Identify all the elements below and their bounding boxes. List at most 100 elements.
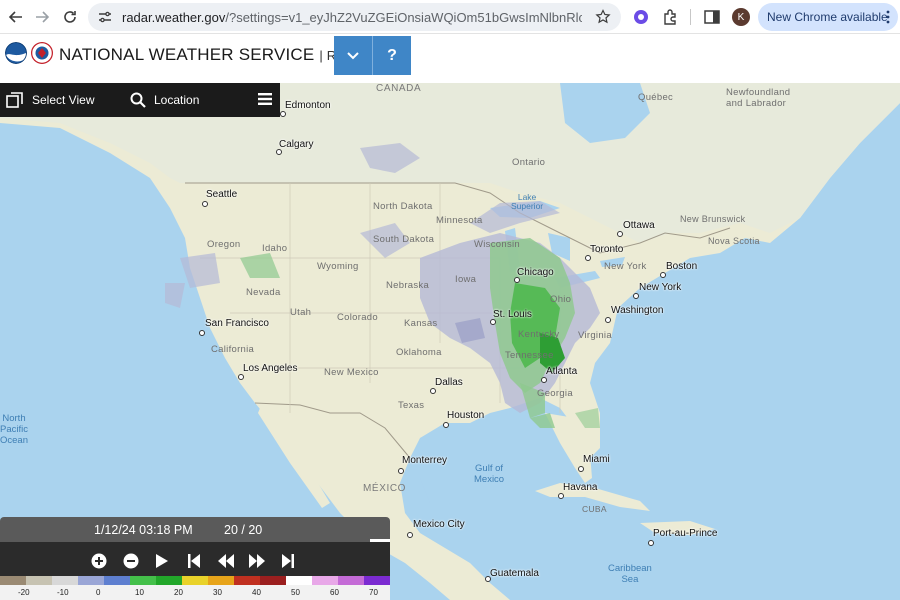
city-marker[interactable] bbox=[585, 255, 591, 261]
city-label: Seattle bbox=[206, 189, 238, 200]
url-host: radar.weather.gov bbox=[122, 9, 226, 25]
expand-menu-button[interactable] bbox=[334, 36, 372, 75]
city-marker[interactable] bbox=[578, 466, 584, 472]
more-vert-icon[interactable] bbox=[886, 10, 890, 24]
region-label: CANADA bbox=[376, 83, 422, 94]
legend-tick-label: 70 bbox=[369, 588, 378, 597]
playback-status-bar: 1/12/24 03:18 PM 20 / 20 bbox=[0, 517, 390, 542]
legend-color-swatch bbox=[26, 576, 53, 585]
region-label: Kansas bbox=[404, 318, 438, 329]
legend-color-swatch bbox=[260, 576, 287, 585]
legend-color-swatch bbox=[104, 576, 131, 585]
region-label: Wyoming bbox=[317, 261, 359, 272]
city-marker[interactable] bbox=[558, 493, 564, 499]
region-label: South Dakota bbox=[373, 234, 435, 245]
site-title-text: NATIONAL WEATHER SERVICE bbox=[59, 45, 315, 64]
legend-color-swatch bbox=[0, 576, 27, 585]
location-label: Location bbox=[154, 93, 200, 107]
water-label: Lake Superior bbox=[511, 192, 544, 211]
city-label: New York bbox=[639, 282, 682, 293]
last-frame-button[interactable] bbox=[279, 552, 297, 570]
city-marker[interactable] bbox=[280, 111, 286, 117]
extensions-puzzle-icon[interactable] bbox=[662, 8, 680, 26]
legend-color-swatch bbox=[52, 576, 79, 585]
extension-icon[interactable] bbox=[632, 8, 650, 26]
region-label: Georgia bbox=[537, 388, 573, 399]
water-label: Gulf of Mexico bbox=[474, 463, 505, 485]
region-label: CUBA bbox=[582, 504, 607, 514]
city-label: Monterrey bbox=[402, 455, 448, 466]
region-label: Virginia bbox=[578, 330, 612, 341]
city-marker[interactable] bbox=[407, 532, 413, 538]
legend-color-swatch bbox=[286, 576, 313, 585]
skip-forward-icon bbox=[282, 554, 294, 568]
water-label: Caribbean Sea bbox=[608, 563, 652, 585]
region-label: New York bbox=[604, 261, 647, 272]
address-bar[interactable]: radar.weather.gov/?settings=v1_eyJhZ2VuZ… bbox=[88, 3, 621, 31]
region-label: Idaho bbox=[262, 243, 288, 254]
step-back-button[interactable] bbox=[217, 552, 235, 570]
city-marker[interactable] bbox=[199, 330, 205, 336]
legend-tick-label: 30 bbox=[213, 588, 222, 597]
city-label: San Francisco bbox=[205, 318, 269, 329]
nws-logo-icon bbox=[31, 42, 53, 64]
url-path: /?settings=v1_eyJhZ2VuZGEiOnsiaWQiOm51bG… bbox=[225, 9, 582, 25]
region-label: Newfoundland and Labrador bbox=[726, 87, 791, 109]
legend-color-swatch bbox=[78, 576, 105, 585]
region-label: North Dakota bbox=[373, 201, 433, 212]
reload-icon[interactable] bbox=[60, 7, 80, 27]
select-view-button[interactable]: Select View bbox=[6, 92, 94, 108]
chrome-update-label: New Chrome available bbox=[767, 10, 888, 24]
zoom-out-button[interactable] bbox=[122, 552, 140, 570]
city-marker[interactable] bbox=[430, 388, 436, 394]
zoom-in-button[interactable] bbox=[90, 552, 108, 570]
play-button[interactable] bbox=[153, 552, 171, 570]
city-marker[interactable] bbox=[238, 374, 244, 380]
city-marker[interactable] bbox=[541, 377, 547, 383]
play-icon bbox=[156, 554, 168, 568]
region-label: Ohio bbox=[550, 294, 572, 305]
side-panel-icon[interactable] bbox=[703, 8, 721, 26]
city-label: Port-au-Prince bbox=[653, 528, 718, 539]
city-label: Dallas bbox=[435, 377, 463, 388]
city-label: Miami bbox=[583, 454, 610, 465]
first-frame-button[interactable] bbox=[185, 552, 203, 570]
url-text: radar.weather.gov/?settings=v1_eyJhZ2VuZ… bbox=[122, 10, 582, 25]
profile-avatar[interactable]: K bbox=[732, 8, 750, 26]
region-label: Québec bbox=[638, 92, 674, 103]
hamburger-menu-icon[interactable] bbox=[258, 93, 272, 105]
chrome-update-button[interactable]: New Chrome available bbox=[758, 3, 898, 31]
city-marker[interactable] bbox=[605, 317, 611, 323]
region-label: MÉXICO bbox=[363, 483, 407, 494]
help-button[interactable]: ? bbox=[373, 36, 411, 75]
region-label: Wisconsin bbox=[474, 239, 520, 250]
legend-color-swatch bbox=[312, 576, 339, 585]
city-marker[interactable] bbox=[202, 201, 208, 207]
city-marker[interactable] bbox=[398, 468, 404, 474]
region-label: Utah bbox=[290, 307, 312, 318]
bookmark-star-icon[interactable] bbox=[595, 9, 611, 25]
legend-tick-label: -20 bbox=[18, 588, 30, 597]
city-marker[interactable] bbox=[617, 231, 623, 237]
frame-counter: 20 / 20 bbox=[224, 523, 263, 537]
city-label: Mexico City bbox=[413, 519, 465, 530]
location-button[interactable]: Location bbox=[130, 92, 199, 108]
region-label: Minnesota bbox=[436, 215, 483, 226]
back-arrow-icon[interactable] bbox=[6, 7, 26, 27]
legend-color-swatch bbox=[234, 576, 261, 585]
city-marker[interactable] bbox=[648, 540, 654, 546]
forward-arrow-icon[interactable] bbox=[32, 7, 52, 27]
frame-timestamp: 1/12/24 03:18 PM bbox=[94, 523, 193, 537]
city-marker[interactable] bbox=[660, 272, 666, 278]
browser-toolbar: radar.weather.gov/?settings=v1_eyJhZ2VuZ… bbox=[0, 0, 900, 34]
region-label: Kentucky bbox=[518, 329, 560, 340]
region-label: Texas bbox=[398, 400, 425, 411]
region-label: California bbox=[211, 344, 255, 355]
select-view-label: Select View bbox=[32, 93, 95, 107]
site-settings-icon[interactable] bbox=[98, 10, 112, 24]
city-label: Havana bbox=[563, 482, 598, 493]
city-marker[interactable] bbox=[443, 422, 449, 428]
city-marker[interactable] bbox=[633, 293, 639, 299]
step-forward-button[interactable] bbox=[248, 552, 266, 570]
legend-color-swatch bbox=[338, 576, 365, 585]
